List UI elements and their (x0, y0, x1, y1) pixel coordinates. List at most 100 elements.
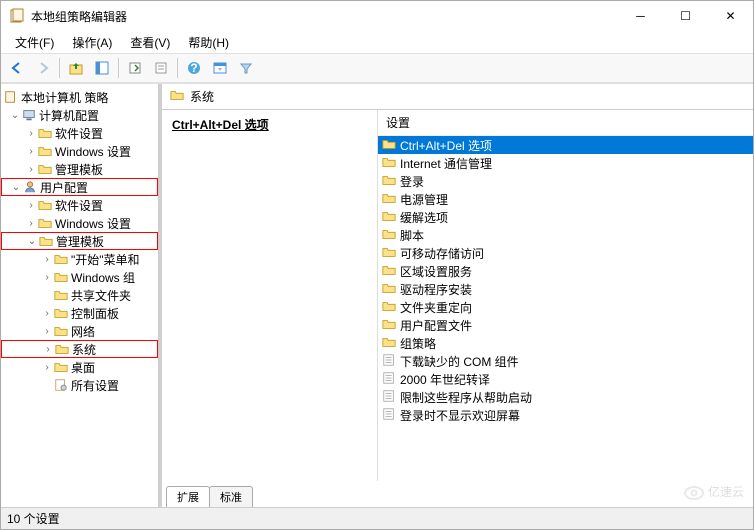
tree-win-components[interactable]: › Windows 组 (1, 268, 158, 286)
menu-help[interactable]: 帮助(H) (180, 32, 237, 53)
tab-standard[interactable]: 标准 (209, 486, 253, 507)
list-item[interactable]: 电源管理 (378, 190, 753, 208)
path-label: 系统 (190, 88, 214, 105)
expand-icon[interactable]: › (41, 272, 53, 283)
filter-options-button[interactable] (208, 56, 232, 80)
folder-icon (382, 209, 396, 226)
collapse-icon[interactable]: ⌄ (10, 182, 22, 193)
tree-comp-windows[interactable]: › Windows 设置 (1, 142, 158, 160)
setting-icon (382, 407, 396, 424)
maximize-button[interactable]: ☐ (663, 1, 708, 31)
tree-desktop[interactable]: › 桌面 (1, 358, 158, 376)
properties-button[interactable] (149, 56, 173, 80)
bottom-tabs: 扩展 标准 (162, 483, 753, 507)
folder-icon (53, 359, 69, 375)
list-item[interactable]: Ctrl+Alt+Del 选项 (378, 136, 753, 154)
tree-comp-templates[interactable]: › 管理模板 (1, 160, 158, 178)
folder-icon (382, 281, 396, 298)
list-item[interactable]: 下载缺少的 COM 组件 (378, 352, 753, 370)
folder-icon (37, 215, 53, 231)
expand-icon[interactable]: › (25, 128, 37, 139)
policy-icon (3, 89, 19, 105)
back-button[interactable] (5, 56, 29, 80)
filter-button[interactable] (234, 56, 258, 80)
title-bar: 本地组策略编辑器 ─ ☐ ✕ (1, 1, 753, 31)
expand-icon[interactable]: › (25, 218, 37, 229)
export-list-button[interactable] (123, 56, 147, 80)
list-item[interactable]: 脚本 (378, 226, 753, 244)
list-item[interactable]: 组策略 (378, 334, 753, 352)
expand-icon[interactable]: › (41, 326, 53, 337)
list-item[interactable]: 文件夹重定向 (378, 298, 753, 316)
tree-user-templates[interactable]: ⌄ 管理模板 (1, 232, 158, 250)
minimize-button[interactable]: ─ (618, 1, 663, 31)
status-text: 10 个设置 (7, 510, 60, 527)
setting-icon (382, 389, 396, 406)
expand-icon[interactable]: › (42, 344, 54, 355)
folder-icon (170, 88, 184, 105)
expand-icon[interactable]: › (41, 254, 53, 265)
list-item[interactable]: 用户配置文件 (378, 316, 753, 334)
folder-icon (37, 143, 53, 159)
folder-icon (53, 287, 69, 303)
expand-icon[interactable]: › (25, 200, 37, 211)
menu-action[interactable]: 操作(A) (64, 32, 120, 53)
list-item[interactable]: 2000 年世纪转译 (378, 370, 753, 388)
expand-icon[interactable]: › (25, 164, 37, 175)
expand-icon[interactable]: › (41, 362, 53, 373)
close-button[interactable]: ✕ (708, 1, 753, 31)
computer-icon (21, 107, 37, 123)
list-item[interactable]: 登录时不显示欢迎屏幕 (378, 406, 753, 424)
tree-user-windows[interactable]: › Windows 设置 (1, 214, 158, 232)
folder-icon (53, 305, 69, 321)
expand-icon[interactable]: › (25, 146, 37, 157)
tree-all-settings[interactable]: 所有设置 (1, 376, 158, 394)
list-item[interactable]: 登录 (378, 172, 753, 190)
folder-icon (382, 155, 396, 172)
up-button[interactable] (64, 56, 88, 80)
list-item[interactable]: 驱动程序安装 (378, 280, 753, 298)
menu-bar: 文件(F) 操作(A) 查看(V) 帮助(H) (1, 31, 753, 53)
folder-icon (382, 173, 396, 190)
tree-user-config[interactable]: ⌄ 用户配置 (1, 178, 158, 196)
folder-icon (382, 335, 396, 352)
folder-icon (382, 191, 396, 208)
tree-user-software[interactable]: › 软件设置 (1, 196, 158, 214)
settings-list[interactable]: 设置 Ctrl+Alt+Del 选项 Internet 通信管理 登录 电源管理… (378, 110, 753, 481)
forward-button[interactable] (31, 56, 55, 80)
show-hide-tree-button[interactable] (90, 56, 114, 80)
menu-view[interactable]: 查看(V) (122, 32, 178, 53)
folder-icon (37, 125, 53, 141)
collapse-icon[interactable]: ⌄ (26, 236, 38, 247)
tree-root[interactable]: 本地计算机 策略 (1, 88, 158, 106)
folder-icon (382, 263, 396, 280)
settings-icon (53, 377, 69, 393)
list-item[interactable]: 可移动存储访问 (378, 244, 753, 262)
status-bar: 10 个设置 (1, 507, 753, 529)
list-item[interactable]: 缓解选项 (378, 208, 753, 226)
column-header-settings[interactable]: 设置 (378, 110, 753, 136)
tree-computer-config[interactable]: ⌄ 计算机配置 (1, 106, 158, 124)
tree-control-panel[interactable]: › 控制面板 (1, 304, 158, 322)
folder-icon (53, 269, 69, 285)
tab-extended[interactable]: 扩展 (166, 486, 210, 507)
collapse-icon[interactable]: ⌄ (9, 110, 21, 121)
tree-start-menu[interactable]: › "开始"菜单和 (1, 250, 158, 268)
folder-icon (382, 317, 396, 334)
tree-network[interactable]: › 网络 (1, 322, 158, 340)
folder-icon (37, 161, 53, 177)
list-item[interactable]: 限制这些程序从帮助启动 (378, 388, 753, 406)
menu-file[interactable]: 文件(F) (7, 32, 62, 53)
folder-icon (382, 299, 396, 316)
tree-comp-software[interactable]: › 软件设置 (1, 124, 158, 142)
list-item[interactable]: Internet 通信管理 (378, 154, 753, 172)
setting-icon (382, 353, 396, 370)
help-button[interactable]: ? (182, 56, 206, 80)
tree-system[interactable]: › 系统 (1, 340, 158, 358)
folder-icon (53, 323, 69, 339)
tree-shared-folders[interactable]: 共享文件夹 (1, 286, 158, 304)
tree-pane[interactable]: 本地计算机 策略 ⌄ 计算机配置 › 软件设置 › Windows 设置 › 管… (1, 84, 159, 507)
folder-icon (38, 233, 54, 249)
expand-icon[interactable]: › (41, 308, 53, 319)
list-item[interactable]: 区域设置服务 (378, 262, 753, 280)
